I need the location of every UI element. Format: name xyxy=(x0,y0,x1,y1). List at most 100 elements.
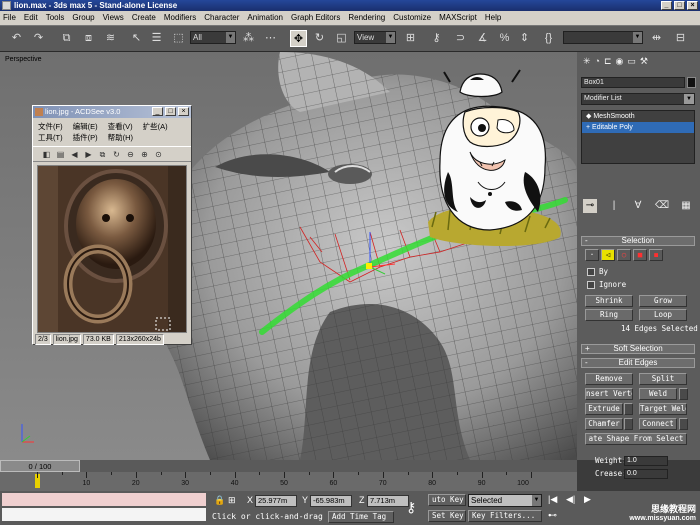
selection-region-icon[interactable]: ⬚ xyxy=(170,30,187,47)
soft-selection-rollout-header[interactable]: + Soft Selection xyxy=(581,344,695,354)
lock-selection-icon[interactable]: 🔒 xyxy=(214,495,225,506)
menu-character[interactable]: Character xyxy=(204,11,239,25)
key-selection-dropdown[interactable]: Selected ▼ xyxy=(468,494,542,507)
menu-customize[interactable]: Customize xyxy=(393,11,431,25)
go-to-start-icon[interactable]: |◀ xyxy=(548,494,557,505)
maximize-button[interactable]: □ xyxy=(674,1,685,10)
auto-key-button[interactable]: uto Key xyxy=(428,494,466,506)
x-coordinate-field[interactable]: 25.977m xyxy=(255,495,297,507)
select-and-move-icon[interactable]: ✥ xyxy=(290,30,307,47)
menu-rendering[interactable]: Rendering xyxy=(348,11,385,25)
remove-button[interactable]: Remove xyxy=(585,373,633,385)
insert-vertex-button[interactable]: nsert Verte xyxy=(585,388,633,400)
key-filters-button[interactable]: Key Filters... xyxy=(468,510,542,522)
play-icon[interactable]: ▶ xyxy=(584,494,591,505)
key-mode-toggle-icon[interactable]: ⊷ xyxy=(548,510,557,521)
zoom-fit-icon[interactable]: ⊙ xyxy=(153,149,164,160)
viewport-label[interactable]: Perspective xyxy=(5,56,42,63)
acdsee-menu-edit[interactable]: 编辑(E) xyxy=(73,121,98,132)
menu-group[interactable]: Group xyxy=(72,11,94,25)
pivot-center-icon[interactable]: ⊞ xyxy=(402,30,419,47)
weld-settings-button[interactable] xyxy=(679,388,688,400)
ring-button[interactable]: Ring xyxy=(585,309,633,321)
shrink-button[interactable]: Shrink xyxy=(585,295,633,307)
select-and-manipulate-icon[interactable]: ⁂ xyxy=(240,30,257,47)
previous-frame-icon[interactable]: ◀| xyxy=(566,494,575,505)
menu-graph-editors[interactable]: Graph Editors xyxy=(291,11,340,25)
z-coordinate-field[interactable]: 7.713m xyxy=(367,495,409,507)
percent-snap-icon[interactable]: % xyxy=(496,30,513,47)
chamfer-settings-button[interactable] xyxy=(624,418,633,430)
copy-icon[interactable]: ⧉ xyxy=(97,149,108,160)
chamfer-button[interactable]: Chamfer xyxy=(585,418,623,430)
edit-edges-rollout-header[interactable]: - Edit Edges xyxy=(581,358,695,368)
motion-tab-icon[interactable]: ◉ xyxy=(616,56,624,68)
polygon-mode-icon[interactable]: ■ xyxy=(633,249,647,261)
select-object-icon[interactable]: ↖ xyxy=(128,30,145,47)
acdsee-menu-plugins[interactable]: 插件(P) xyxy=(73,132,98,143)
redo-icon[interactable]: ↷ xyxy=(30,30,47,47)
menu-views[interactable]: Views xyxy=(103,11,124,25)
menu-create[interactable]: Create xyxy=(132,11,156,25)
named-selection-sets-icon[interactable]: {} xyxy=(540,30,557,47)
menu-edit[interactable]: Edit xyxy=(24,11,38,25)
expand-icon[interactable]: + xyxy=(586,124,590,131)
menu-modifiers[interactable]: Modifiers xyxy=(164,11,196,25)
by-vertex-checkbox[interactable] xyxy=(587,268,595,276)
select-by-name-icon[interactable]: ☰ xyxy=(148,30,165,47)
crease-spinner[interactable]: 0.0 xyxy=(624,469,668,479)
align-icon[interactable]: ⊟ xyxy=(672,30,689,47)
menu-file[interactable]: File xyxy=(3,11,16,25)
stack-item-meshsmooth[interactable]: ◆ MeshSmooth xyxy=(582,111,694,122)
zoom-in-icon[interactable]: ⊕ xyxy=(139,149,150,160)
unlink-icon[interactable]: ⧈ xyxy=(80,30,97,47)
key-mode-icon[interactable]: ⚷ xyxy=(406,499,416,516)
set-key-button[interactable]: Set Key xyxy=(428,510,466,522)
menu-tools[interactable]: Tools xyxy=(46,11,65,25)
mirror-icon[interactable]: ⇹ xyxy=(648,30,665,47)
acdsee-maximize-button[interactable]: □ xyxy=(165,107,176,116)
select-and-rotate-icon[interactable]: ↻ xyxy=(311,30,328,47)
track-bar[interactable]: 10 20 30 40 50 60 70 80 90 100 xyxy=(0,472,577,491)
menu-maxscript[interactable]: MAXScript xyxy=(439,11,477,25)
extrude-button[interactable]: Extrude xyxy=(585,403,623,415)
select-and-scale-icon[interactable]: ◱ xyxy=(333,30,350,47)
window-crossing-icon[interactable]: ⋯ xyxy=(262,30,279,47)
utilities-tab-icon[interactable]: ⚒ xyxy=(640,56,648,68)
open-folder-icon[interactable]: ▤ xyxy=(55,149,66,160)
configure-sets-icon[interactable]: ▦ xyxy=(679,199,693,213)
reference-coordinate-dropdown[interactable]: View ▼ xyxy=(354,31,396,44)
loop-button[interactable]: Loop xyxy=(639,309,687,321)
weld-button[interactable]: Weld xyxy=(639,388,677,400)
close-button[interactable]: × xyxy=(687,1,698,10)
acdsee-menu-extend[interactable]: 扩些(A) xyxy=(143,121,168,132)
menu-help[interactable]: Help xyxy=(485,11,501,25)
previous-icon[interactable]: ◀ xyxy=(69,149,80,160)
undo-icon[interactable]: ↶ xyxy=(8,30,25,47)
create-tab-icon[interactable]: ✳ xyxy=(583,56,591,68)
maxscript-listener-input[interactable] xyxy=(2,493,206,506)
element-mode-icon[interactable]: ◼ xyxy=(649,249,663,261)
target-weld-button[interactable]: Target Weld xyxy=(639,403,687,415)
snap-toggle-icon[interactable]: ⊃ xyxy=(452,30,469,47)
pin-stack-icon[interactable]: ⊸ xyxy=(583,199,597,213)
time-slider[interactable]: 0 / 100 xyxy=(0,460,80,472)
display-tab-icon[interactable]: ▭ xyxy=(627,56,636,68)
connect-button[interactable]: Connect xyxy=(639,418,677,430)
weight-spinner[interactable]: 1.0 xyxy=(624,456,668,466)
absolute-mode-icon[interactable]: ⊞ xyxy=(228,495,236,506)
vertex-mode-icon[interactable]: · xyxy=(585,249,599,261)
modify-tab-icon[interactable]: ◔ xyxy=(595,56,600,68)
ignore-backfacing-checkbox[interactable] xyxy=(587,281,595,289)
selection-rollout-header[interactable]: - Selection xyxy=(581,236,695,246)
grow-button[interactable]: Grow xyxy=(639,295,687,307)
acdsee-window[interactable]: lion.jpg - ACDSee v3.0 _ □ × 文件(F) 编辑(E)… xyxy=(32,105,192,345)
hierarchy-tab-icon[interactable]: ⊏ xyxy=(604,56,612,68)
next-icon[interactable]: ▶ xyxy=(83,149,94,160)
acdsee-menu-tools[interactable]: 工具(T) xyxy=(38,132,63,143)
spinner-snap-icon[interactable]: ⇕ xyxy=(516,30,533,47)
acdsee-menu-file[interactable]: 文件(F) xyxy=(38,121,63,132)
remove-modifier-icon[interactable]: ⌫ xyxy=(655,199,669,213)
angle-snap-icon[interactable]: ∡ xyxy=(474,30,491,47)
add-time-tag-button[interactable]: Add Time Tag xyxy=(328,511,394,523)
